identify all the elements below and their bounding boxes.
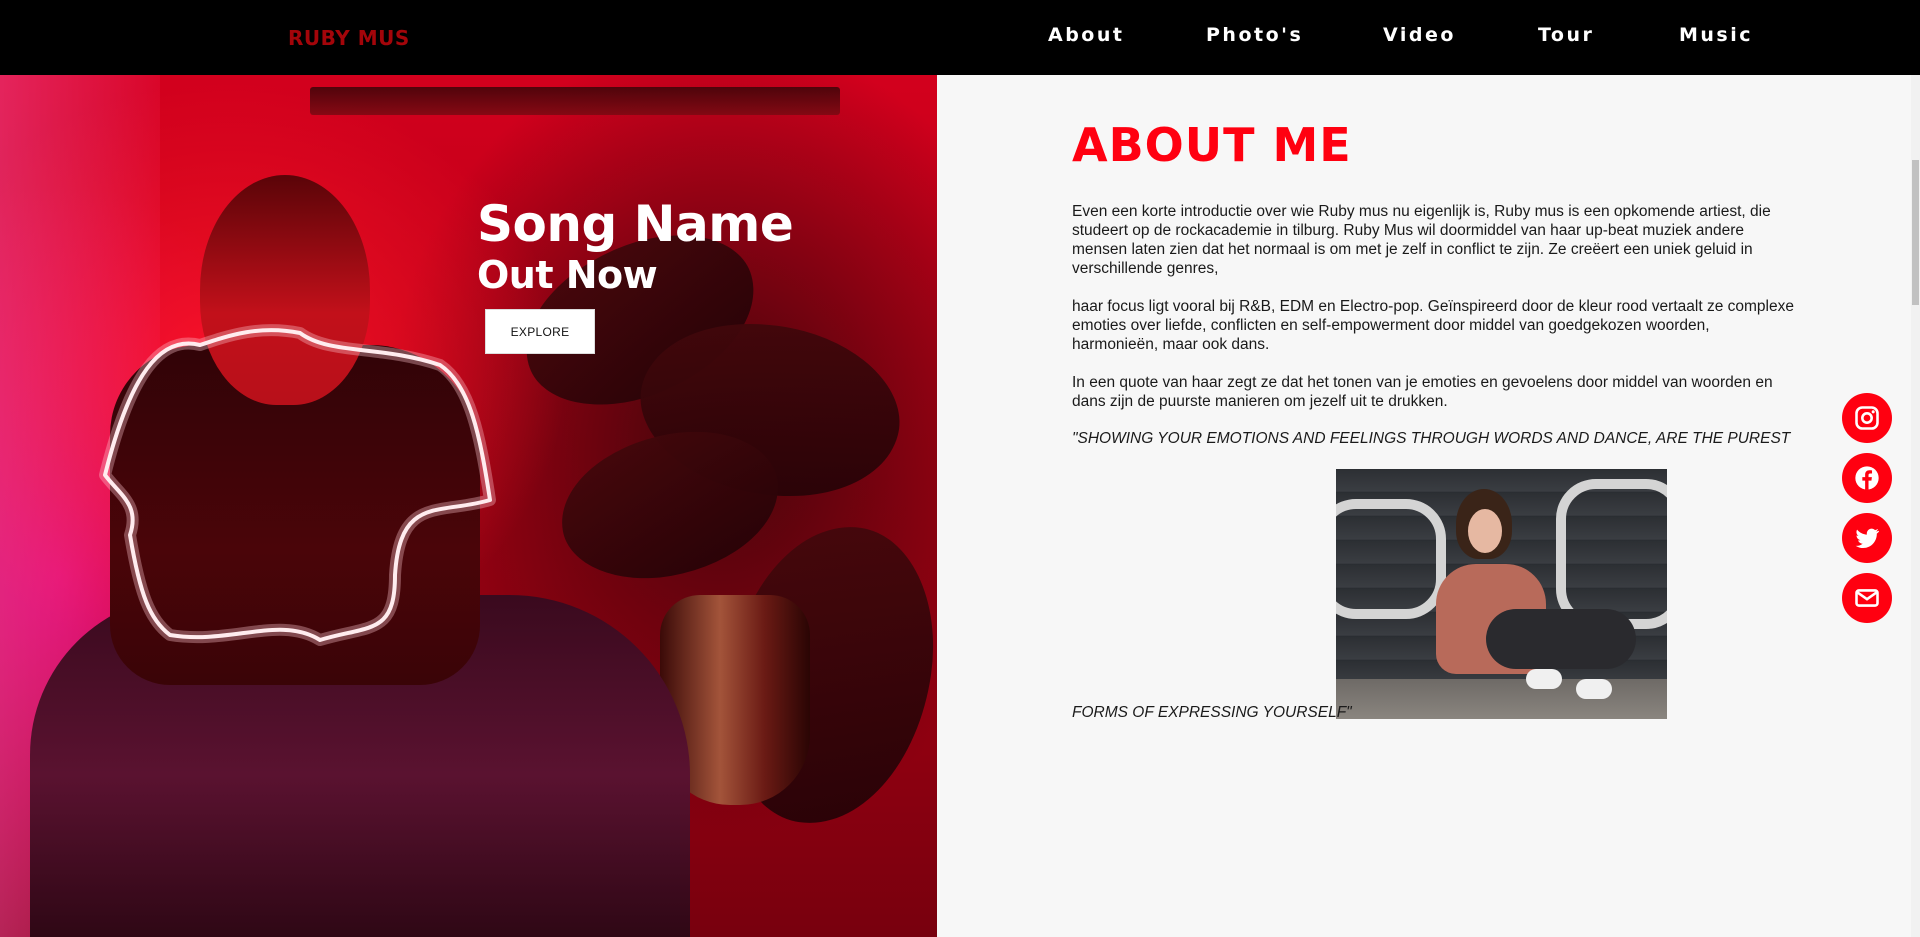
photo-graffiti (1556, 479, 1667, 629)
hero-song-subtitle: Out Now (477, 253, 658, 297)
twitter-button[interactable] (1842, 513, 1892, 563)
about-quote-line-2: FORMS OF EXPRESSING YOURSELF" (1072, 704, 1352, 721)
photo-person-legs (1486, 609, 1636, 669)
photo-ground (1336, 679, 1667, 719)
hero-song-title: Song Name (477, 195, 794, 253)
hero-section: Song Name Out Now EXPLORE (0, 75, 937, 937)
hero-shelf (310, 87, 840, 115)
about-quote-line-1: "SHOWING YOUR EMOTIONS AND FEELINGS THRO… (1072, 430, 1791, 447)
scrollbar[interactable] (1911, 75, 1920, 937)
about-paragraph: Even een korte introductie over wie Ruby… (1072, 203, 1771, 277)
hero-figure-head (200, 175, 370, 405)
nav-link-tour[interactable]: Tour (1538, 24, 1594, 46)
scrollbar-thumb[interactable] (1912, 160, 1919, 305)
explore-button[interactable]: EXPLORE (485, 309, 595, 354)
social-links (1842, 393, 1892, 633)
facebook-icon (1855, 466, 1879, 490)
mail-button[interactable] (1842, 573, 1892, 623)
nav-link-photos[interactable]: Photo's (1206, 24, 1303, 46)
instagram-button[interactable] (1842, 393, 1892, 443)
photo-person-face (1468, 509, 1502, 553)
nav-link-music[interactable]: Music (1679, 24, 1753, 46)
twitter-icon (1855, 528, 1880, 549)
about-paragraph: haar focus ligt vooral bij R&B, EDM en E… (1072, 298, 1794, 353)
about-section: ABOUT ME Even een korte introductie over… (937, 75, 1911, 937)
about-heading: ABOUT ME (1072, 118, 1352, 172)
photo-shoe (1526, 669, 1562, 689)
nav-link-video[interactable]: Video (1383, 24, 1456, 46)
about-paragraph: In een quote van haar zegt ze dat het to… (1072, 374, 1773, 410)
photo-graffiti (1336, 499, 1446, 619)
about-text: Even een korte introductie over wie Ruby… (1072, 202, 1797, 430)
about-photo (1336, 469, 1667, 719)
instagram-icon (1855, 406, 1879, 430)
navbar: RUBY MUS About Photo's Video Tour Music (0, 0, 1920, 75)
photo-shoe (1576, 679, 1612, 699)
nav-link-about[interactable]: About (1048, 24, 1124, 46)
mail-icon (1855, 589, 1879, 607)
brand-logo[interactable]: RUBY MUS (288, 26, 410, 50)
facebook-button[interactable] (1842, 453, 1892, 503)
